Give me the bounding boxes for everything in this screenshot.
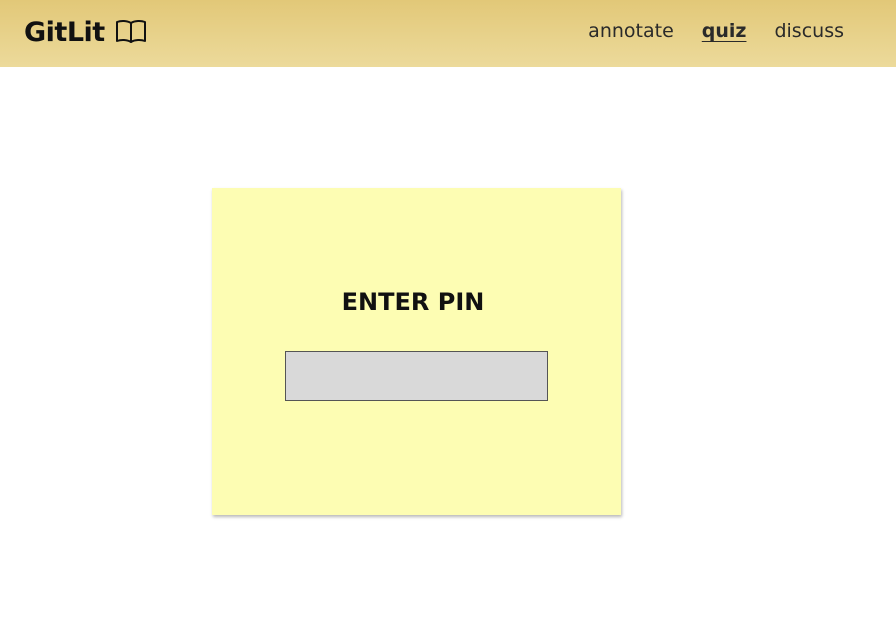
brand-logo[interactable]: GitLit — [24, 14, 147, 50]
pin-card: ENTER PIN — [212, 188, 621, 515]
top-nav-bar: GitLit annotate quiz discuss — [0, 0, 896, 67]
main-nav: annotate quiz discuss — [588, 20, 844, 42]
pin-title: ENTER PIN — [341, 288, 485, 316]
book-icon — [115, 18, 147, 46]
pin-input[interactable] — [285, 351, 548, 401]
nav-annotate[interactable]: annotate — [588, 20, 674, 42]
nav-discuss[interactable]: discuss — [774, 20, 844, 42]
nav-quiz[interactable]: quiz — [702, 20, 747, 42]
brand-name: GitLit — [24, 16, 105, 48]
